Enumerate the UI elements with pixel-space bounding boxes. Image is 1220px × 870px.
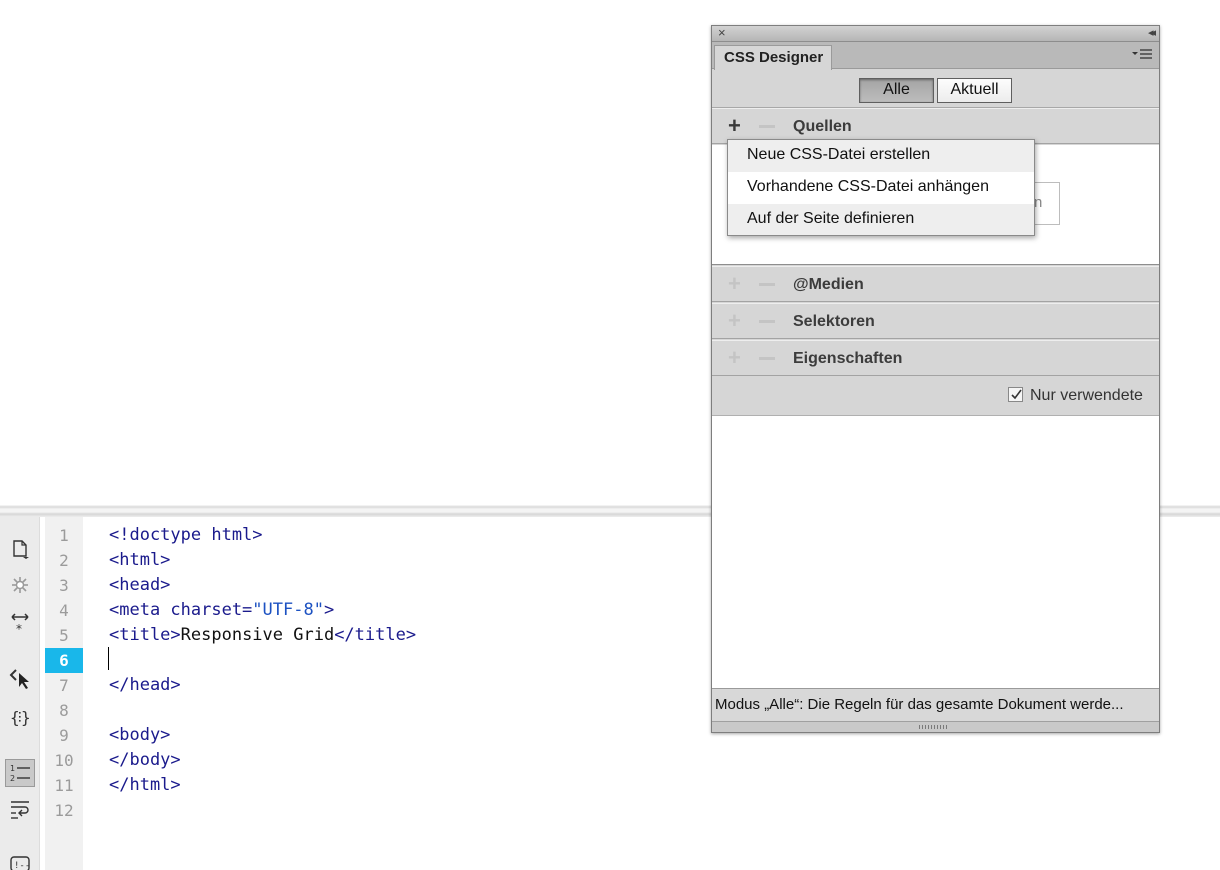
add-selector-plus-icon[interactable]: + bbox=[728, 310, 741, 332]
line-number: 10 bbox=[54, 751, 74, 770]
grip-lines bbox=[919, 725, 949, 729]
collapse-panel-icon[interactable]: ◂◂ bbox=[1148, 25, 1156, 41]
panel-tab-row: CSS Designer bbox=[712, 42, 1159, 70]
code-line-title[interactable]: <title>Responsive Grid</title> bbox=[109, 623, 416, 648]
code-line-meta[interactable]: <meta charset="UTF-8"> bbox=[109, 598, 334, 623]
apply-comment-icon[interactable]: !-- bbox=[5, 849, 35, 870]
svg-text:!--: !-- bbox=[14, 861, 30, 870]
balance-braces-icon[interactable]: {} bbox=[5, 703, 35, 731]
code-text: Responsive Grid bbox=[180, 625, 335, 645]
line-number: 9 bbox=[59, 726, 69, 745]
remove-media-minus-icon[interactable] bbox=[759, 283, 775, 286]
line-number: 7 bbox=[59, 676, 69, 695]
current-line-number: 6 bbox=[45, 648, 83, 673]
add-source-menu: Neue CSS-Datei erstellen Vorhandene CSS-… bbox=[727, 139, 1035, 236]
line-number: 1 bbox=[59, 526, 69, 545]
panel-options-menu-icon[interactable] bbox=[1131, 47, 1153, 61]
code-line-html-open[interactable]: <html> bbox=[109, 548, 170, 573]
line-number: 12 bbox=[54, 801, 74, 820]
toggle-current-button[interactable]: Aktuell bbox=[937, 78, 1012, 103]
open-documents-icon[interactable] bbox=[5, 535, 35, 563]
line-number: 2 bbox=[59, 551, 69, 570]
panel-status-text: Modus „Alle“: Die Regeln für das gesamte… bbox=[712, 689, 1159, 721]
code-line-head-open[interactable]: <head> bbox=[109, 573, 170, 598]
line-number: 3 bbox=[59, 576, 69, 595]
section-properties-label: Eigenschaften bbox=[793, 350, 903, 367]
coding-toolbar: * {} 12 !-- bbox=[0, 517, 40, 870]
section-properties-header[interactable]: + Eigenschaften bbox=[712, 340, 1159, 376]
code-tag: <meta charset= bbox=[109, 600, 253, 620]
css-designer-panel: × ◂◂ CSS Designer Alle Aktuell + Quellen… bbox=[711, 25, 1160, 733]
select-parent-tag-icon[interactable] bbox=[5, 665, 35, 693]
code-line-body-open[interactable]: <body> bbox=[109, 723, 170, 748]
section-selectors-header[interactable]: + Selektoren bbox=[712, 303, 1159, 339]
properties-filter-row: Nur verwendete bbox=[712, 377, 1159, 415]
remove-source-minus-icon[interactable] bbox=[759, 125, 775, 128]
only-used-label[interactable]: Nur verwendete bbox=[1030, 377, 1143, 415]
section-media-label: @Medien bbox=[793, 276, 864, 293]
only-used-checkbox[interactable] bbox=[1008, 387, 1023, 402]
menu-item-define-in-page[interactable]: Auf der Seite definieren bbox=[728, 204, 1034, 236]
line-number: 8 bbox=[59, 701, 69, 720]
line-number: 5 bbox=[59, 626, 69, 645]
remove-property-minus-icon[interactable] bbox=[759, 357, 775, 360]
menu-item-attach-css-file[interactable]: Vorhandene CSS-Datei anhängen bbox=[728, 172, 1034, 204]
properties-list[interactable] bbox=[712, 415, 1159, 689]
section-media-header[interactable]: + @Medien bbox=[712, 266, 1159, 302]
code-tag: > bbox=[323, 600, 335, 620]
expand-all-icon[interactable]: * bbox=[5, 609, 35, 637]
add-media-plus-icon[interactable]: + bbox=[728, 273, 741, 295]
line-numbers-icon[interactable]: 12 bbox=[5, 759, 35, 787]
code-line-html-close[interactable]: </html> bbox=[109, 773, 181, 798]
menu-item-create-css-file[interactable]: Neue CSS-Datei erstellen bbox=[728, 140, 1034, 172]
text-cursor bbox=[108, 647, 109, 670]
line-number: 4 bbox=[59, 601, 69, 620]
svg-text:{: { bbox=[10, 708, 20, 727]
add-source-plus-icon[interactable]: + bbox=[728, 115, 741, 137]
svg-text:2: 2 bbox=[10, 774, 15, 783]
code-line-doctype[interactable]: <!doctype html> bbox=[109, 523, 263, 548]
add-property-plus-icon[interactable]: + bbox=[728, 347, 741, 369]
svg-text:1: 1 bbox=[10, 764, 15, 773]
section-selectors-label: Selektoren bbox=[793, 313, 875, 330]
code-line-body-close[interactable]: </body> bbox=[109, 748, 181, 773]
panel-title-bar[interactable]: × ◂◂ bbox=[712, 25, 1159, 42]
mode-toggle-row: Alle Aktuell bbox=[712, 70, 1159, 108]
toggle-all-button[interactable]: Alle bbox=[859, 78, 934, 103]
svg-text:*: * bbox=[16, 622, 22, 635]
remove-selector-minus-icon[interactable] bbox=[759, 320, 775, 323]
line-number: 11 bbox=[54, 776, 74, 795]
collapse-tag-icon[interactable] bbox=[5, 571, 35, 599]
word-wrap-icon[interactable] bbox=[5, 795, 35, 823]
panel-resize-grip[interactable] bbox=[712, 721, 1159, 732]
code-tag: </title> bbox=[334, 625, 417, 645]
svg-text:}: } bbox=[21, 708, 31, 727]
code-line-head-close[interactable]: </head> bbox=[109, 673, 181, 698]
code-attribute-value: "UTF-8" bbox=[252, 600, 324, 620]
close-icon[interactable]: × bbox=[718, 25, 726, 41]
code-tag: <title> bbox=[109, 625, 181, 645]
tab-css-designer[interactable]: CSS Designer bbox=[714, 45, 832, 70]
